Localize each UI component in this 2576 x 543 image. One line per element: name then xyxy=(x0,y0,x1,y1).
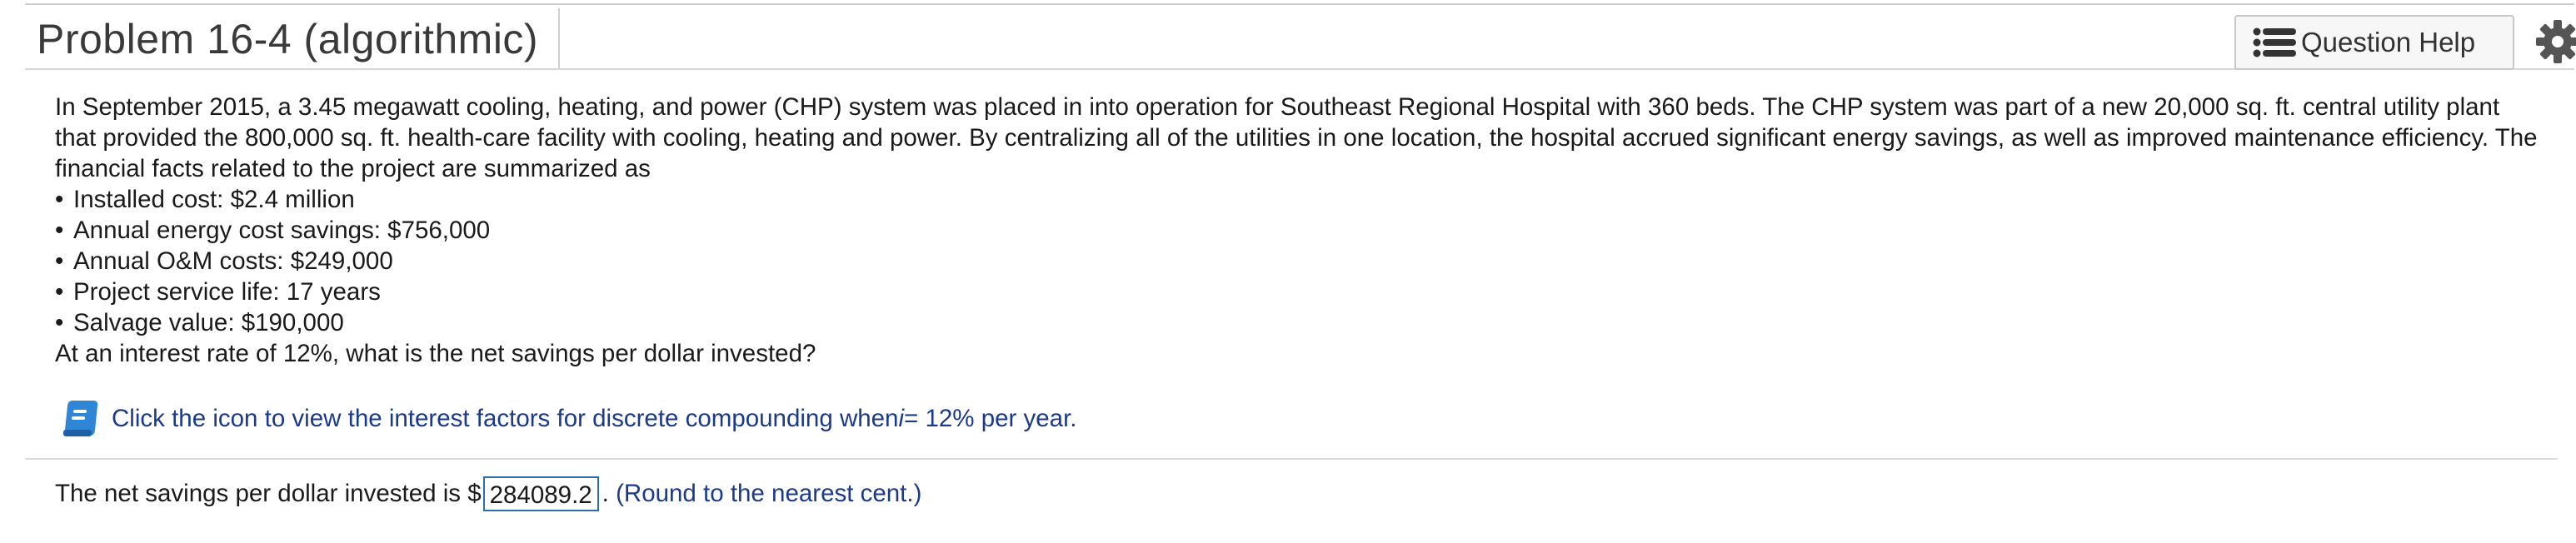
list-item: • Installed cost: $2.4 million xyxy=(55,186,355,213)
list-item: • Project service life: 17 years xyxy=(55,278,381,306)
page-title: Problem 16-4 (algorithmic) xyxy=(37,16,539,62)
question-help-label: Question Help xyxy=(2301,27,2476,57)
answer-input[interactable]: 284089.2 xyxy=(482,476,599,511)
problem-intro: In September 2015, a 3.45 megawatt cooli… xyxy=(55,93,2538,182)
gear-icon[interactable] xyxy=(2536,20,2576,63)
problem-question: At an interest rate of 12%, what is the … xyxy=(55,340,816,367)
factors-link-text-before[interactable]: Click the icon to view the interest fact… xyxy=(112,405,898,433)
interest-factors-link[interactable]: Click the icon to view the interest fact… xyxy=(58,398,1076,440)
answer-row: The net savings per dollar invested is $… xyxy=(55,473,921,515)
financial-facts-list: • Installed cost: $2.4 million • Annual en… xyxy=(55,184,2546,338)
list-item: • Salvage value: $190,000 xyxy=(55,309,344,336)
answer-prefix: The net savings per dollar invested is $ xyxy=(55,480,482,507)
book-icon[interactable] xyxy=(58,398,100,440)
list-icon xyxy=(2253,27,2296,57)
section-divider xyxy=(25,458,2558,460)
factors-link-text-after[interactable]: = 12% per year. xyxy=(904,405,1076,433)
answer-suffix: . xyxy=(602,480,609,507)
rounding-hint: (Round to the nearest cent.) xyxy=(616,480,922,507)
problem-header: Problem 16-4 (algorithmic) Question Help xyxy=(25,3,2576,70)
list-item: • Annual energy cost savings: $756,000 xyxy=(55,217,491,244)
title-divider xyxy=(558,8,560,68)
question-help-button[interactable]: Question Help xyxy=(2234,15,2514,70)
problem-statement: In September 2015, a 3.45 megawatt cooli… xyxy=(55,92,2546,369)
list-item: • Annual O&M costs: $249,000 xyxy=(55,247,393,275)
